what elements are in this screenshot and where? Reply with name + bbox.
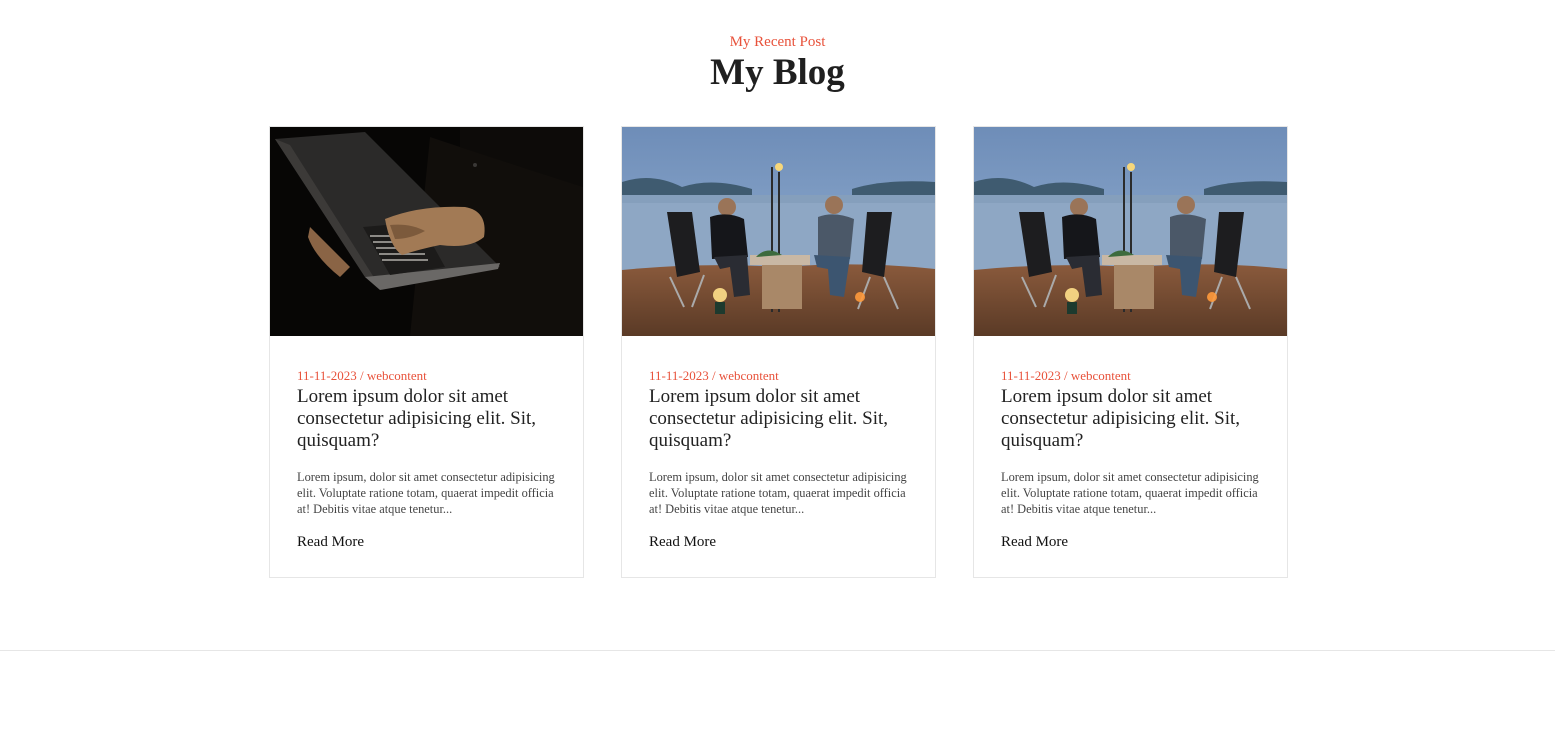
post-title[interactable]: Lorem ipsum dolor sit amet consectetur a… — [1001, 386, 1261, 452]
post-category[interactable]: webcontent — [367, 368, 427, 383]
page: My Recent Post My Blog 11-11-2023 / webc… — [0, 0, 1555, 729]
blog-card-list: 11-11-2023 / webcontent Lorem ipsum dolo… — [269, 126, 1288, 578]
post-date: 11-11-2023 — [1001, 368, 1061, 383]
post-excerpt: Lorem ipsum, dolor sit amet consectetur … — [297, 470, 555, 516]
post-title[interactable]: Lorem ipsum dolor sit amet consectetur a… — [297, 386, 557, 452]
blog-card: 11-11-2023 / webcontent Lorem ipsum dolo… — [621, 126, 936, 578]
camping-photo[interactable] — [622, 127, 935, 336]
section-header: My Recent Post My Blog — [0, 34, 1555, 93]
card-body: 11-11-2023 / webcontent Lorem ipsum dolo… — [974, 336, 1287, 551]
card-body: 11-11-2023 / webcontent Lorem ipsum dolo… — [270, 336, 583, 551]
camping-photo[interactable] — [974, 127, 1287, 336]
post-title[interactable]: Lorem ipsum dolor sit amet consectetur a… — [649, 386, 909, 452]
post-category[interactable]: webcontent — [719, 368, 779, 383]
post-date: 11-11-2023 — [297, 368, 357, 383]
post-meta: 11-11-2023 / webcontent — [1001, 368, 1131, 383]
post-category[interactable]: webcontent — [1071, 368, 1131, 383]
blog-card: 11-11-2023 / webcontent Lorem ipsum dolo… — [269, 126, 584, 578]
laptop-photo[interactable] — [270, 127, 583, 336]
post-meta: 11-11-2023 / webcontent — [649, 368, 779, 383]
page-title: My Blog — [710, 52, 845, 93]
read-more-link[interactable]: Read More — [297, 533, 364, 551]
read-more-link[interactable]: Read More — [1001, 533, 1068, 551]
footer-divider — [0, 650, 1555, 651]
post-excerpt: Lorem ipsum, dolor sit amet consectetur … — [1001, 470, 1259, 516]
post-excerpt: Lorem ipsum, dolor sit amet consectetur … — [649, 470, 907, 516]
post-date: 11-11-2023 — [649, 368, 709, 383]
section-eyebrow: My Recent Post — [729, 34, 826, 50]
read-more-link[interactable]: Read More — [649, 533, 716, 551]
blog-card: 11-11-2023 / webcontent Lorem ipsum dolo… — [973, 126, 1288, 578]
card-body: 11-11-2023 / webcontent Lorem ipsum dolo… — [622, 336, 935, 551]
post-meta: 11-11-2023 / webcontent — [297, 368, 427, 383]
